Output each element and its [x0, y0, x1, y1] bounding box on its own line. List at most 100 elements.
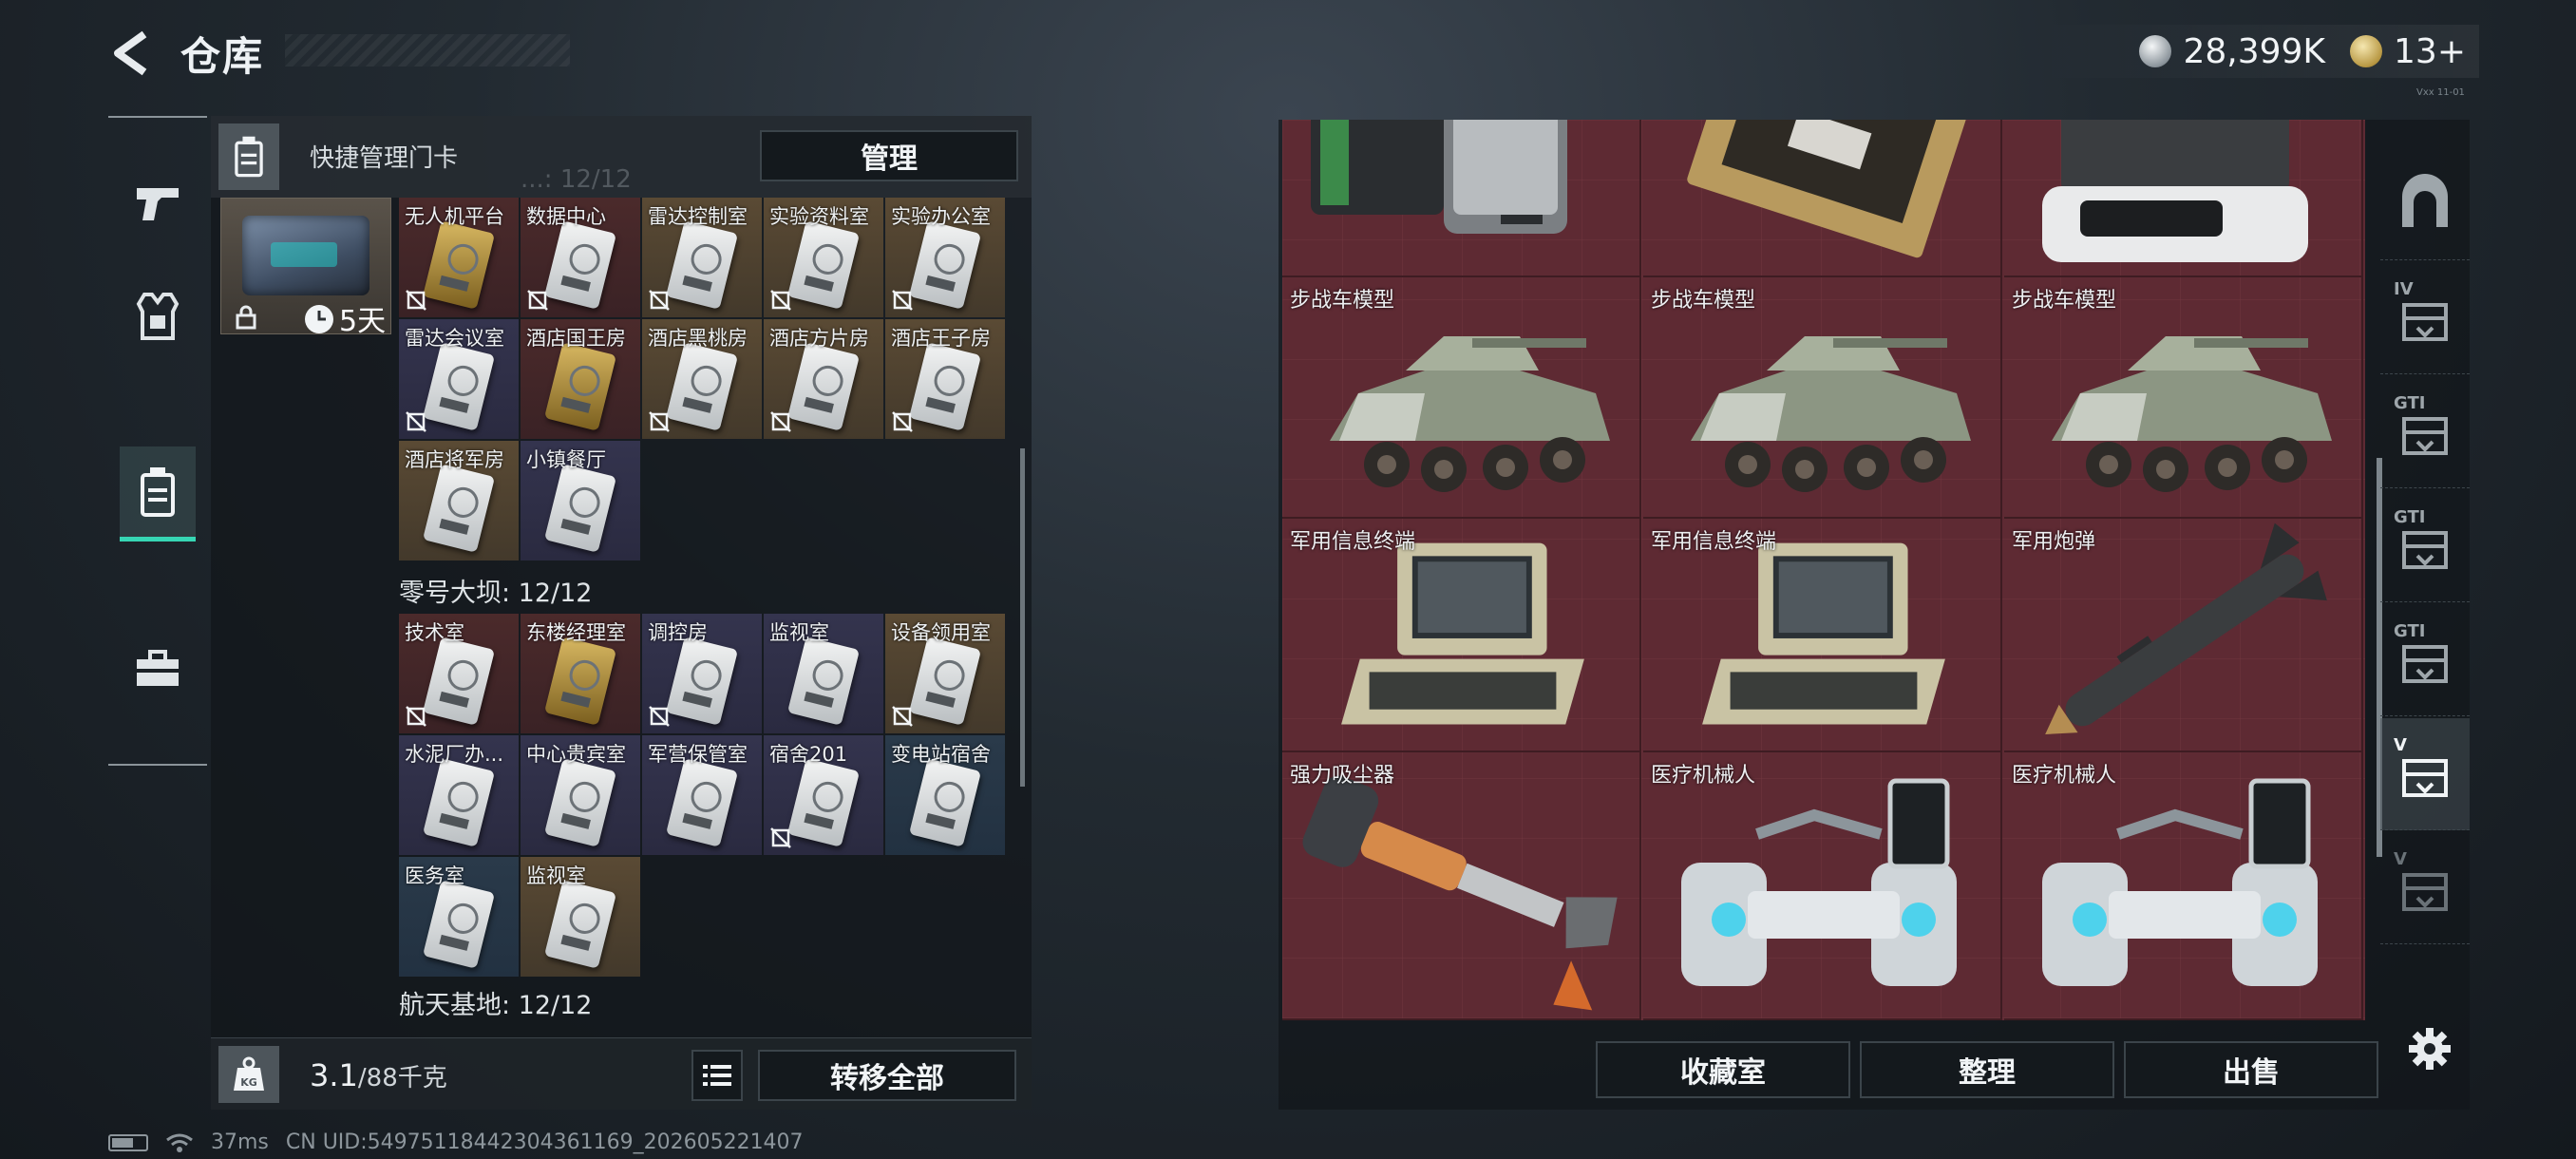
transfer-all-button[interactable]: 转移全部 [758, 1050, 1016, 1101]
keycard-item[interactable]: 酒店方片房 [764, 319, 883, 439]
manage-button[interactable]: 管理 [760, 130, 1018, 181]
organize-button[interactable]: 整理 [1860, 1041, 2114, 1098]
keycard-case-image [242, 216, 369, 295]
keycard-item[interactable]: 设备领用室 [885, 614, 1005, 733]
item-image [1330, 336, 1610, 492]
keycard-item[interactable]: 酒店国王房 [521, 319, 640, 439]
keycard-name: 中心贵宾室 [526, 743, 626, 766]
nav-equipment[interactable] [120, 270, 196, 365]
item-image [1691, 336, 1971, 492]
storage-item[interactable]: 医疗机械人 [1643, 752, 2002, 1020]
keycard-item[interactable]: 实验办公室 [885, 198, 1005, 317]
keycard-item[interactable]: 酒店将军房 [399, 441, 519, 560]
silver-currency-value: 28,399K [2183, 31, 2326, 71]
keycard-name: 酒店将军房 [405, 448, 504, 471]
keycard-panel: 快捷管理门卡 管理 ...: 12/12 5天 无人机平台 数据中心 雷达控制室 实验… [211, 116, 1032, 1110]
storage-item[interactable] [1643, 120, 2002, 277]
keycard-item[interactable]: 酒店王子房 [885, 319, 1005, 439]
item-name: 军用炮弹 [2012, 530, 2096, 554]
sell-button[interactable]: 出售 [2124, 1041, 2378, 1098]
keycard-image [422, 220, 496, 310]
settings-button[interactable] [2403, 1022, 2456, 1075]
storage-item[interactable]: 步战车模型 [1643, 277, 2002, 519]
storage-tab[interactable]: V [2380, 718, 2470, 830]
nav-keycards[interactable] [120, 446, 196, 542]
svg-text:KG: KG [240, 1076, 257, 1089]
storage-item-grid: 步战车模型 步战车模型 步战车模型 军用信息终端 军用信息终端 军用炮弹 强力吸尘器 医疗机械… [1282, 120, 2365, 1020]
storage-item[interactable] [2004, 120, 2363, 277]
keycard-image [665, 220, 739, 310]
keycard-item[interactable]: 调控房 [642, 614, 762, 733]
item-name: 步战车模型 [1290, 289, 1395, 313]
keycard-item[interactable]: 雷达控制室 [642, 198, 762, 317]
keycard-image [543, 636, 617, 726]
item-name: 军用信息终端 [1651, 530, 1777, 554]
keycard-item[interactable]: 军营保管室 [642, 735, 762, 855]
storage-tab-label: IV [2394, 279, 2414, 299]
storage-tab-label: V [2394, 735, 2407, 755]
keycard-name: 监视室 [769, 621, 829, 644]
keycard-name: 实验资料室 [769, 205, 869, 228]
storage-item[interactable]: 军用信息终端 [1282, 519, 1641, 752]
list-view-button[interactable] [691, 1050, 743, 1101]
storage-tabs: IV GTI GTI GTI V V [2380, 148, 2470, 1003]
keycard-item[interactable]: 宿舍201 [764, 735, 883, 855]
collection-room-button[interactable]: 收藏室 [1596, 1041, 1850, 1098]
keycard-item[interactable]: 中心贵宾室 [521, 735, 640, 855]
storage-tab[interactable] [2380, 148, 2470, 260]
storage-tab[interactable]: GTI [2380, 376, 2470, 488]
storage-tab[interactable]: GTI [2380, 490, 2470, 602]
keycard-item[interactable]: 监视室 [764, 614, 883, 733]
keycard-image [665, 758, 739, 847]
keycard-item[interactable]: 实验资料室 [764, 198, 883, 317]
storage-tab-label: GTI [2394, 507, 2426, 527]
keycard-name: 宿舍201 [769, 743, 848, 766]
keycard-image [543, 464, 617, 553]
keycard-item[interactable]: 水泥厂办... [399, 735, 519, 855]
keycard-item[interactable]: 雷达会议室 [399, 319, 519, 439]
keycard-item[interactable]: 东楼经理室 [521, 614, 640, 733]
item-name: 步战车模型 [2012, 289, 2117, 313]
nav-weapons[interactable] [120, 156, 196, 251]
keycard-item[interactable]: 医务室 [399, 857, 519, 977]
storage-tab[interactable]: IV [2380, 262, 2470, 374]
lock-icon [236, 305, 256, 330]
keycard-name: 军营保管室 [648, 743, 748, 766]
item-name: 医疗机械人 [1651, 764, 1756, 788]
title-decoration [285, 34, 570, 66]
keycard-image [422, 342, 496, 431]
keycard-image [786, 636, 861, 726]
storage-item[interactable]: 医疗机械人 [2004, 752, 2363, 1020]
keycard-item[interactable]: 数据中心 [521, 198, 640, 317]
storage-item[interactable]: 军用信息终端 [1643, 519, 2002, 752]
keycard-image [908, 758, 982, 847]
keycard-item[interactable]: 酒店黑桃房 [642, 319, 762, 439]
gold-coin-icon [2350, 35, 2383, 67]
keycard-item[interactable]: 小镇餐厅 [521, 441, 640, 560]
storage-item[interactable] [1282, 120, 1641, 277]
keycard-item[interactable]: 监视室 [521, 857, 640, 977]
keycard-image [422, 636, 496, 726]
keycard-name: 小镇餐厅 [526, 448, 606, 471]
keycard-name: 酒店方片房 [769, 327, 869, 350]
nav-toolbox[interactable] [120, 621, 196, 716]
armor-vest-icon [136, 293, 180, 340]
storage-item[interactable]: 步战车模型 [2004, 277, 2363, 519]
storage-item[interactable]: 步战车模型 [1282, 277, 1641, 519]
storage-tab-label: GTI [2394, 393, 2426, 413]
keycard-name: 变电站宿舍 [891, 743, 991, 766]
keycard-name: 雷达会议室 [405, 327, 504, 350]
no-refill-icon [770, 827, 791, 848]
keycard-name: 无人机平台 [405, 205, 504, 228]
keycard-item[interactable]: 无人机平台 [399, 198, 519, 317]
back-button[interactable] [106, 27, 160, 80]
keycard-item[interactable]: 技术室 [399, 614, 519, 733]
storage-tab[interactable]: GTI [2380, 604, 2470, 716]
storage-item[interactable]: 军用炮弹 [2004, 519, 2363, 752]
keycard-case[interactable]: 5天 [220, 198, 391, 338]
keycard-item[interactable]: 变电站宿舍 [885, 735, 1005, 855]
storage-item[interactable]: 强力吸尘器 [1282, 752, 1641, 1020]
storage-tab[interactable]: V [2380, 832, 2470, 944]
item-image [1302, 775, 1618, 1011]
keycard-scrollbar[interactable] [1020, 448, 1025, 787]
